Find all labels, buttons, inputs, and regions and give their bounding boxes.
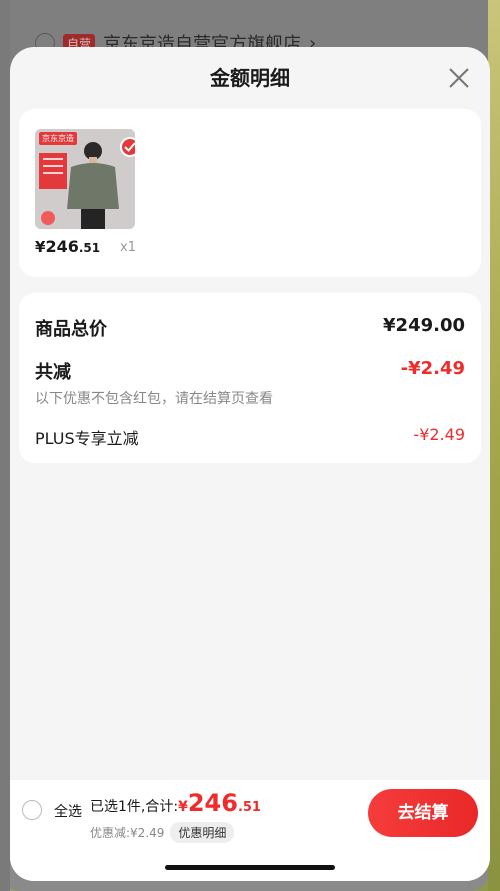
- discount-summary: 优惠减:¥2.49 优惠明细: [90, 822, 235, 843]
- product-card: 京东京造 ¥246.51 x1: [19, 109, 481, 277]
- discount-note: 以下优惠不包含红包，请在结算页查看: [35, 391, 273, 407]
- discount-label: 共减: [35, 362, 71, 383]
- plus-discount-label: PLUS专享立减: [35, 429, 139, 448]
- checkout-bar: 全选 已选1件,合计:¥246.51 优惠减:¥2.49 优惠明细 去结算: [10, 780, 490, 881]
- product-price: ¥246.51: [35, 237, 101, 256]
- amount-detail-sheet: 金额明细 京东京造 ¥246.51 x1 商品总价 ¥249.00 共减 -¥2…: [10, 47, 490, 881]
- background-gutter: [0, 0, 10, 891]
- brand-logo-icon: [41, 211, 55, 225]
- total-amount: ¥246.51: [178, 789, 261, 817]
- product-quantity: x1: [120, 240, 136, 255]
- summary-prefix: 已选1件,合计:: [90, 799, 179, 815]
- selected-summary: 已选1件,合计:¥246.51: [90, 789, 261, 817]
- selected-check-icon: [120, 137, 135, 157]
- product-image-promo-panel: [39, 153, 67, 189]
- select-all-label[interactable]: 全选: [54, 801, 82, 821]
- checkout-button[interactable]: 去结算: [368, 789, 478, 837]
- total-price-label: 商品总价: [35, 319, 107, 340]
- product-image-tag: 京东京造: [39, 132, 77, 145]
- close-icon: [449, 68, 469, 88]
- discount-value: -¥2.49: [400, 358, 465, 379]
- price-breakdown-card: 商品总价 ¥249.00 共减 -¥2.49 以下优惠不包含红包，请在结算页查看…: [19, 293, 481, 463]
- home-indicator: [165, 865, 335, 870]
- discount-text: 优惠减:¥2.49: [90, 826, 165, 840]
- close-button[interactable]: [448, 67, 470, 89]
- select-all-radio[interactable]: [22, 800, 42, 820]
- sheet-header: 金额明细: [10, 47, 490, 109]
- total-price-value: ¥249.00: [383, 315, 465, 336]
- sheet-title: 金额明细: [210, 66, 290, 90]
- discount-detail-button[interactable]: 优惠明细: [170, 822, 235, 843]
- plus-discount-value: -¥2.49: [413, 425, 465, 444]
- product-image[interactable]: 京东京造: [35, 129, 135, 229]
